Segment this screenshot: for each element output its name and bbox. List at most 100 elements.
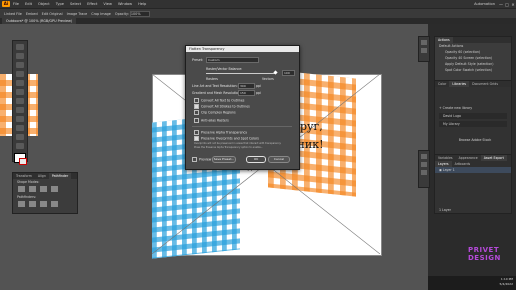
stroke-swatch[interactable] bbox=[19, 158, 27, 165]
crop-icon[interactable] bbox=[51, 201, 58, 207]
rectangle-tool-icon[interactable] bbox=[16, 89, 24, 95]
crop-image-button[interactable]: Crop Image bbox=[91, 12, 111, 16]
menu-type[interactable]: Type bbox=[56, 2, 64, 6]
actions-panel: Actions Default Actions Opacity 60 (sele… bbox=[434, 36, 512, 82]
action-item[interactable]: Spot Color Swatch (selection) bbox=[435, 67, 511, 73]
convert-strokes-checkbox[interactable]: Convert All Strokes to Outlines bbox=[194, 104, 250, 109]
menu-view[interactable]: View bbox=[103, 2, 112, 6]
menu-window[interactable]: Window bbox=[118, 2, 132, 6]
scale-tool-icon[interactable] bbox=[16, 116, 24, 122]
checkbox-checked-icon bbox=[194, 104, 199, 109]
preserve-overprints-label: Preserve Overprints and Spot Colors bbox=[201, 136, 259, 141]
raster-vector-slider[interactable] bbox=[206, 73, 276, 74]
layers-icon[interactable] bbox=[421, 48, 427, 53]
tab-document-grids[interactable]: Document Grids bbox=[469, 81, 501, 87]
menu-effect[interactable]: Effect bbox=[87, 2, 97, 6]
unite-icon[interactable] bbox=[18, 186, 25, 192]
trim-icon[interactable] bbox=[29, 201, 36, 207]
flatten-transparency-dialog: Flatten Transparency Preset: Custom Rast… bbox=[185, 45, 300, 170]
slider-handle-icon[interactable] bbox=[273, 70, 278, 75]
collapsed-panel-strip-bottom bbox=[418, 150, 430, 188]
brand-watermark: PRIVET DESIGN bbox=[468, 246, 514, 262]
library-item[interactable]: David Lugo bbox=[439, 113, 507, 119]
browse-stock-link[interactable]: Browse Adobe Stock bbox=[435, 137, 511, 143]
edit-original-button[interactable]: Edit Original bbox=[42, 12, 63, 16]
line-tool-icon[interactable] bbox=[16, 80, 24, 86]
line-art-field[interactable]: 300 bbox=[238, 83, 255, 89]
layers-panel: Variables Appearance Asset Export Layers… bbox=[434, 154, 512, 214]
app-logo: Ai bbox=[2, 1, 10, 7]
tab-artboards[interactable]: Artboards bbox=[452, 161, 474, 167]
preserve-overprints-checkbox[interactable]: Preserve Overprints and Spot Colors bbox=[194, 136, 259, 141]
menu-help[interactable]: Help bbox=[138, 2, 146, 6]
exclude-icon[interactable] bbox=[51, 186, 58, 192]
convert-strokes-label: Convert All Strokes to Outlines bbox=[201, 104, 250, 109]
swatches-icon[interactable] bbox=[421, 154, 427, 159]
minus-front-icon[interactable] bbox=[29, 186, 36, 192]
convert-text-checkbox[interactable]: Convert All Text to Outlines bbox=[194, 98, 244, 103]
intersect-icon[interactable] bbox=[40, 186, 47, 192]
pathfinder-panel: Transform Align Pathfinder Shape Modes: … bbox=[12, 172, 78, 214]
brushes-icon[interactable] bbox=[421, 162, 427, 167]
workspace-switcher[interactable]: Automation bbox=[474, 2, 495, 6]
layers-count: 1 Layer bbox=[439, 208, 451, 212]
tab-libraries[interactable]: Libraries bbox=[449, 81, 470, 87]
menu-object[interactable]: Object bbox=[38, 2, 50, 6]
tab-color[interactable]: Color bbox=[435, 81, 449, 87]
raster-vector-field[interactable]: 100 bbox=[282, 70, 295, 76]
taskbar-date[interactable]: 5/4/2022 bbox=[500, 282, 513, 287]
ok-button[interactable]: OK bbox=[246, 156, 266, 163]
checkbox-icon bbox=[192, 157, 197, 162]
tab-pathfinder[interactable]: Pathfinder bbox=[48, 173, 72, 179]
divide-icon[interactable] bbox=[18, 201, 25, 207]
tab-asset-export[interactable]: Asset Export bbox=[480, 155, 507, 161]
libraries-panel: Color Libraries Document Grids + Create … bbox=[434, 80, 512, 156]
selection-tool-icon[interactable] bbox=[16, 44, 24, 50]
menu-select[interactable]: Select bbox=[70, 2, 81, 6]
close-icon[interactable]: ✕ bbox=[510, 2, 516, 7]
clip-regions-label: Clip Complex Regions bbox=[201, 110, 236, 115]
gradient-field[interactable]: 150 bbox=[238, 90, 255, 96]
pen-tool-icon[interactable] bbox=[16, 62, 24, 68]
clip-regions-checkbox[interactable]: Clip Complex Regions bbox=[194, 110, 236, 115]
menu-file[interactable]: File bbox=[13, 2, 19, 6]
vectors-label: Vectors bbox=[262, 77, 274, 81]
divider bbox=[192, 126, 292, 127]
line-art-unit: ppi bbox=[256, 84, 261, 88]
brush-tool-icon[interactable] bbox=[16, 98, 24, 104]
tools-panel bbox=[12, 40, 28, 165]
menu-edit[interactable]: Edit bbox=[25, 2, 32, 6]
info-note-2: Press the Preserve Alpha Transparency op… bbox=[194, 146, 264, 149]
selection-type: Linked File bbox=[4, 11, 22, 16]
cancel-button[interactable]: Cancel bbox=[268, 156, 290, 163]
zoom-tool-icon[interactable] bbox=[16, 143, 24, 149]
rotate-tool-icon[interactable] bbox=[16, 107, 24, 113]
gradient-label: Gradient and Mesh Resolution: bbox=[192, 91, 242, 95]
rasters-label: Rasters bbox=[206, 77, 218, 81]
shape-builder-tool-icon[interactable] bbox=[16, 125, 24, 131]
layer-row[interactable]: ◉ Layer 1 bbox=[435, 167, 511, 173]
brand-line1: PRIVET bbox=[468, 246, 500, 254]
image-trace-button[interactable]: Image Trace bbox=[67, 12, 88, 16]
type-tool-icon[interactable] bbox=[16, 71, 24, 77]
library-item[interactable]: My Library bbox=[439, 121, 507, 127]
menu-bar: Ai File Edit Object Type Select Effect V… bbox=[0, 0, 516, 8]
fill-swatch[interactable] bbox=[14, 153, 27, 165]
properties-icon[interactable] bbox=[421, 40, 427, 45]
anti-alias-checkbox[interactable]: Anti-alias Rasters bbox=[194, 118, 229, 123]
checkbox-icon bbox=[194, 98, 199, 103]
preview-checkbox[interactable]: Preview bbox=[192, 157, 211, 162]
opacity-field[interactable]: 100% bbox=[129, 10, 150, 17]
opacity-label: Opacity: bbox=[114, 11, 129, 16]
collapsed-panel-strip-top bbox=[418, 36, 430, 62]
create-library-button[interactable]: + Create new library bbox=[435, 105, 511, 111]
embed-button[interactable]: Embed bbox=[26, 12, 38, 16]
direct-selection-tool-icon[interactable] bbox=[16, 53, 24, 59]
merge-icon[interactable] bbox=[40, 201, 47, 207]
checkbox-icon bbox=[194, 130, 199, 135]
preset-dropdown[interactable]: Custom bbox=[206, 57, 259, 63]
eyedropper-tool-icon[interactable] bbox=[16, 134, 24, 140]
save-preset-button[interactable]: Save Preset... bbox=[212, 156, 236, 163]
symbols-icon[interactable] bbox=[421, 170, 427, 175]
preserve-alpha-checkbox[interactable]: Preserve Alpha Transparency bbox=[194, 130, 247, 135]
